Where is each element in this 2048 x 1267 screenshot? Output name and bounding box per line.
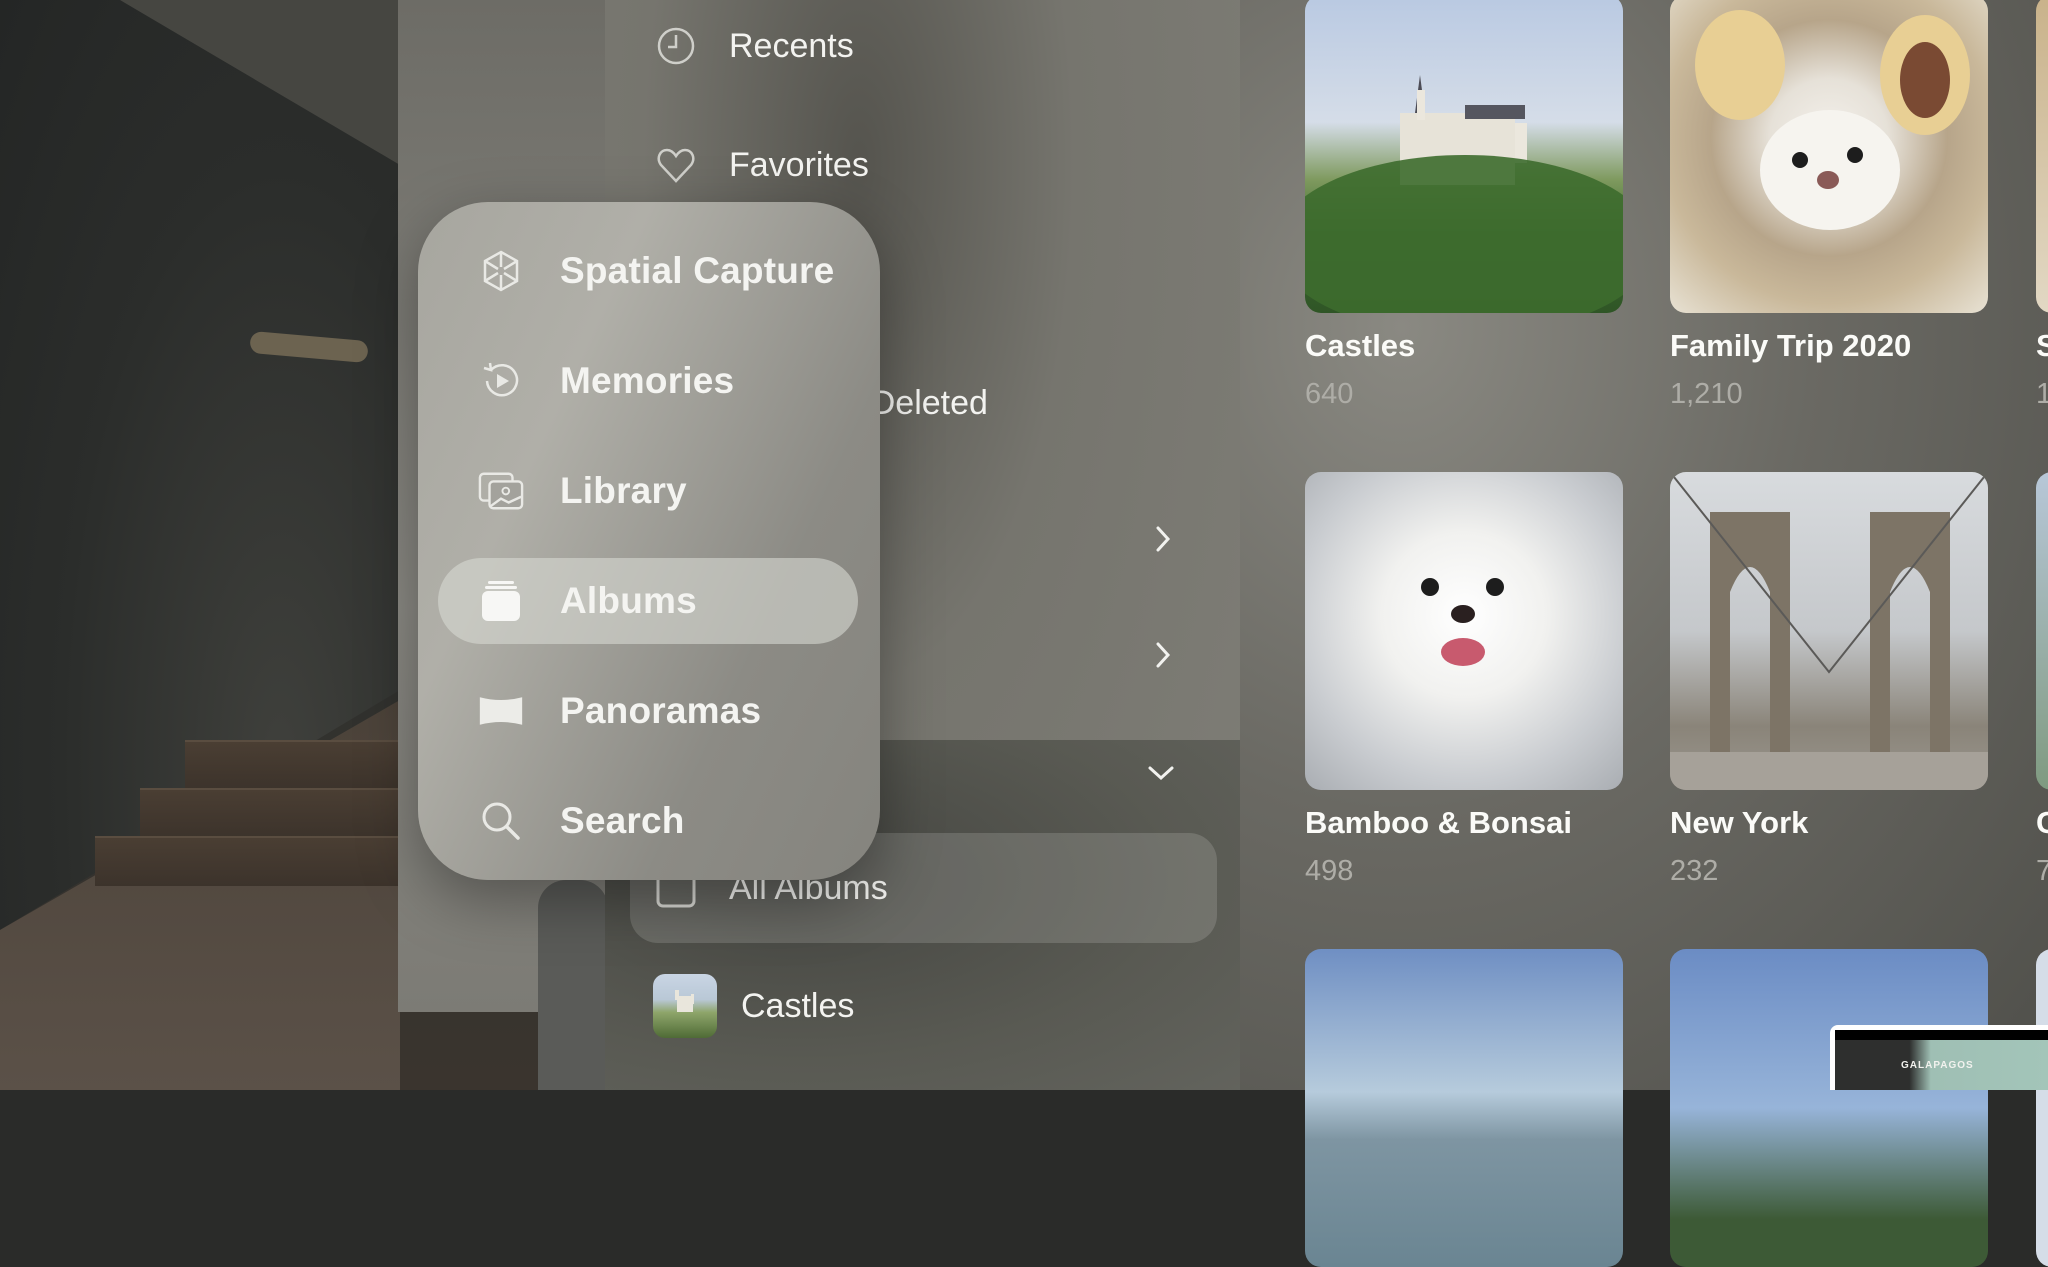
sidebar-album-castles[interactable]: Castles xyxy=(653,974,855,1038)
album-title: Castles xyxy=(1305,328,1416,363)
tab-label: Spatial Capture xyxy=(560,250,835,291)
chevron-right-icon[interactable] xyxy=(1148,640,1178,670)
room-step xyxy=(185,740,400,790)
tab-panoramas[interactable]: Panoramas xyxy=(438,668,858,754)
clock-icon xyxy=(655,25,697,67)
aperture-icon xyxy=(478,248,524,294)
albums-stack-icon xyxy=(478,578,524,624)
tab-library[interactable]: Library xyxy=(438,448,858,534)
tab-search[interactable]: Search xyxy=(438,778,858,864)
photo-library-icon xyxy=(478,468,524,514)
stool xyxy=(538,880,608,1090)
preview-caption: GALAPAGOS xyxy=(1901,1060,1974,1071)
album-thumbnail-partial[interactable] xyxy=(2036,472,2048,790)
screenshot-preview-image: GALAPAGOS xyxy=(1835,1030,2048,1090)
castle-thumbnail xyxy=(653,974,717,1038)
album-title: S xyxy=(2036,328,2048,363)
album-count: 498 xyxy=(1305,855,1354,887)
album-title: New York xyxy=(1670,805,1809,840)
tab-memories[interactable]: Memories xyxy=(438,338,858,424)
album-title: C xyxy=(2036,805,2048,840)
album-count: 7 xyxy=(2036,855,2048,887)
heart-icon xyxy=(655,144,697,186)
tab-label: Library xyxy=(560,470,687,511)
room-step xyxy=(140,788,400,838)
panorama-icon xyxy=(478,688,524,734)
tab-label: Search xyxy=(560,800,685,841)
album-thumbnail-bamboo-bonsai[interactable] xyxy=(1305,472,1623,790)
album-thumbnail-partial[interactable] xyxy=(2036,949,2048,1267)
room-step xyxy=(95,836,400,886)
album-count: 1,210 xyxy=(1670,378,1743,410)
album-title: Family Trip 2020 xyxy=(1670,328,1912,363)
album-thumbnail-family-trip-2020[interactable] xyxy=(1670,0,1988,313)
tab-albums[interactable]: Albums xyxy=(438,558,858,644)
album-count: 1 xyxy=(2036,378,2048,410)
album-thumbnail-partial[interactable] xyxy=(2036,0,2048,313)
album-thumbnail-castles[interactable] xyxy=(1305,0,1623,313)
sidebar-item-recents[interactable]: Recents xyxy=(655,16,854,76)
screenshot-preview[interactable]: GALAPAGOS xyxy=(1830,1025,2048,1090)
sidebar-item-label: Castles xyxy=(741,986,855,1025)
chevron-right-icon[interactable] xyxy=(1148,524,1178,554)
album-title: Bamboo & Bonsai xyxy=(1305,805,1572,840)
album-thumbnail-row3-1[interactable] xyxy=(1305,949,1623,1267)
album-count: 640 xyxy=(1305,378,1354,410)
tab-menu-popup: Spatial Capture Memories Library Albums … xyxy=(418,202,880,880)
album-count: 232 xyxy=(1670,855,1719,887)
tab-label: Albums xyxy=(560,580,697,621)
album-thumbnail-new-york[interactable] xyxy=(1670,472,1988,790)
search-icon xyxy=(478,798,524,844)
sidebar-item-favorites[interactable]: Favorites xyxy=(655,135,869,195)
sidebar-item-label: Favorites xyxy=(729,145,869,184)
sidebar-item-label: Recents xyxy=(729,26,854,65)
album-thumbnail-row3-2[interactable] xyxy=(1670,949,1988,1267)
tab-spatial-capture[interactable]: Spatial Capture xyxy=(438,228,858,314)
tab-label: Panoramas xyxy=(560,690,762,731)
tab-label: Memories xyxy=(560,360,735,401)
memories-icon xyxy=(478,358,524,404)
chevron-down-icon[interactable] xyxy=(1146,758,1176,788)
